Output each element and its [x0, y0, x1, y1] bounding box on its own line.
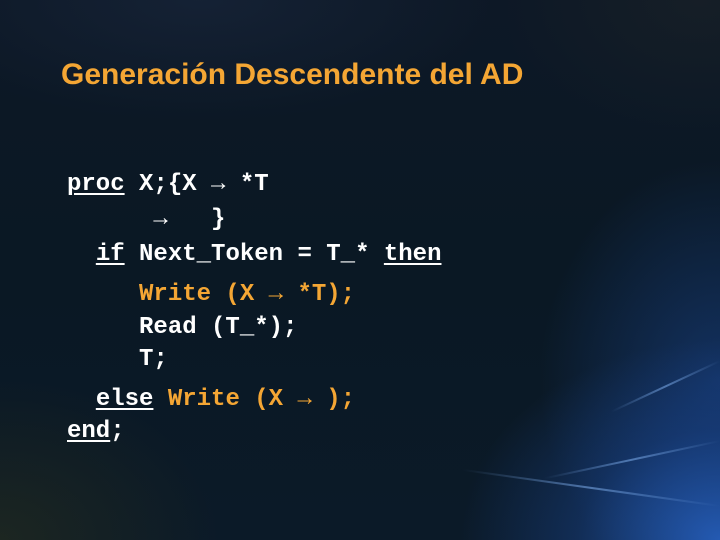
- keyword-end: end: [67, 418, 111, 445]
- code-text-highlight: Write (X → );: [167, 386, 356, 413]
- code-line-5: Read (T_*);: [67, 314, 297, 342]
- code-text: → }: [67, 206, 226, 233]
- keyword-then: then: [383, 241, 442, 268]
- code-line-3: if Next_Token = T_* then: [67, 241, 442, 269]
- code-text: X;{X → *T: [124, 171, 269, 198]
- code-text: Next_Token = T_*: [124, 241, 384, 268]
- keyword-else: else: [95, 386, 154, 413]
- code-line-7: else Write (X → );: [67, 386, 355, 414]
- keyword-proc: proc: [67, 171, 125, 198]
- keyword-if: if: [95, 241, 125, 268]
- code-line-2: → }: [67, 206, 225, 234]
- code-line-1: proc X;{X → *T: [67, 171, 269, 199]
- code-text: ;: [110, 418, 125, 445]
- code-line-8: end;: [67, 418, 125, 446]
- code-text: Read (T_*);: [139, 314, 298, 341]
- code-text: T;: [139, 346, 168, 373]
- slide-title: Generación Descendente del AD: [61, 58, 524, 91]
- code-line-4: Write (X → *T);: [67, 281, 355, 309]
- code-line-6: T;: [67, 346, 168, 374]
- code-text-highlight: Write (X → *T);: [139, 281, 356, 308]
